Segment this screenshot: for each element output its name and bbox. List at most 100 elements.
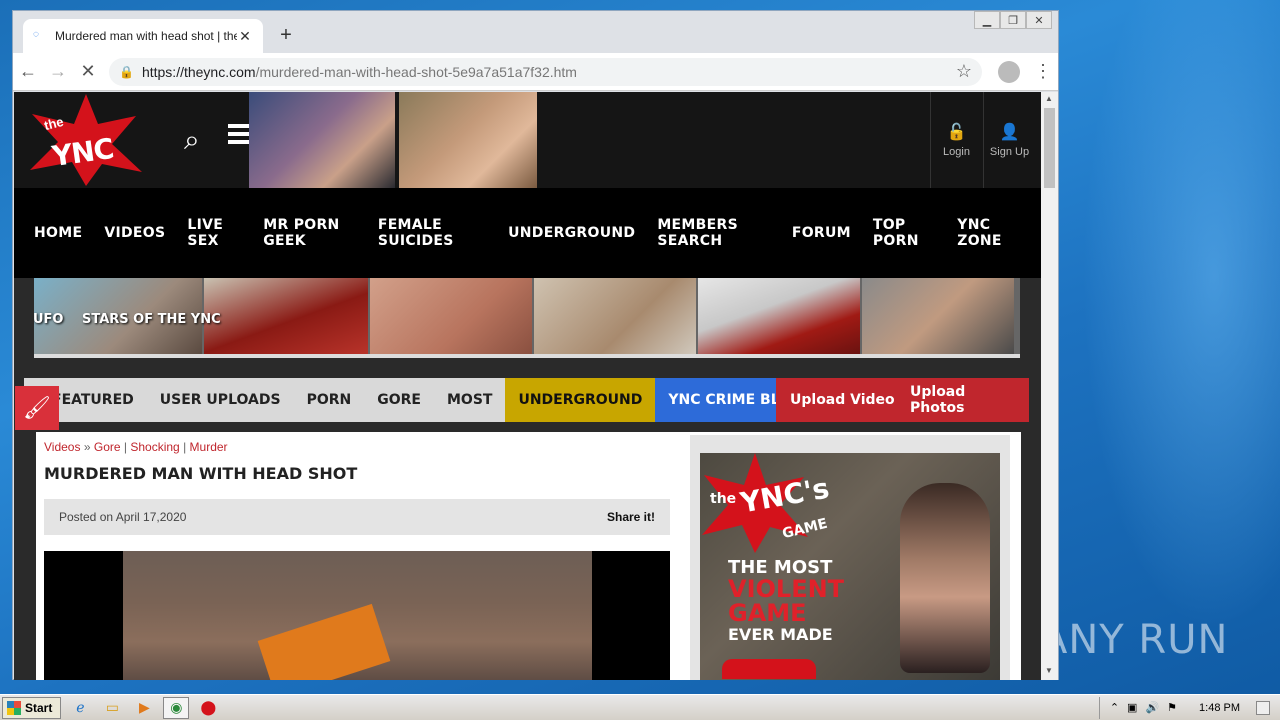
bookmark-star-icon[interactable]: ☆ [956,61,972,82]
chrome-icon[interactable]: ◉ [163,696,190,719]
watermark-text: ANY RUN [1040,617,1229,663]
paintbrush-icon[interactable]: 🖌 [15,386,59,430]
window-controls: ▁ ❐ ✕ [974,11,1052,29]
subnav-underground[interactable]: UNDERGROUND [505,378,656,422]
login-label: Login [943,146,970,158]
strip-thumbnail[interactable] [204,278,368,354]
stop-button[interactable]: ✕ [73,57,103,87]
share-button[interactable]: Share it! [607,510,655,524]
browser-tab[interactable]: ◌ Murdered man with head shot | theY ✕ [23,19,263,53]
ad-figure [900,483,990,673]
windows-flag-icon [7,700,21,715]
breadcrumb-videos[interactable]: Videos [44,440,80,454]
header-ad-thumbnail[interactable] [249,92,395,188]
tab-strip: ◌ Murdered man with head shot | theY ✕ + [13,11,1058,53]
system-tray: ⌃ ▣ 🔊 ⚑ 1:48 PM [1098,696,1280,719]
nav-top-porn[interactable]: TOP PORN [873,217,935,249]
new-tab-button[interactable]: + [275,25,297,47]
signup-label: Sign Up [989,146,1030,158]
network-icon[interactable]: ▣ [1127,701,1137,714]
tray-expand-icon[interactable]: ⌃ [1110,701,1119,714]
menu-kebab-icon[interactable]: ⋮ [1028,57,1058,87]
upload-video-button[interactable]: Upload Video [776,378,909,422]
strip-thumbnail[interactable] [370,278,532,354]
start-label: Start [25,700,53,715]
posted-date: Posted on April 17,2020 [59,510,187,524]
subnav-most[interactable]: MOST [434,378,505,422]
hamburger-menu-icon[interactable] [228,124,250,148]
close-window-button[interactable]: ✕ [1026,11,1052,29]
nav-videos[interactable]: VIDEOS [104,225,165,241]
nav-home[interactable]: HOME [34,225,82,241]
main-content: Videos » Gore | Shocking | Murder MURDER… [36,432,1021,680]
strip-thumbnail[interactable] [534,278,696,354]
media-player-icon[interactable]: ▶ [131,697,157,719]
start-button[interactable]: Start [2,696,62,719]
subnav-gore[interactable]: GORE [364,378,434,422]
breadcrumb-separator: » [83,440,91,454]
breadcrumb-gore[interactable]: Gore [94,440,121,454]
browser-window: ◌ Murdered man with head shot | theY ✕ +… [12,10,1059,680]
search-icon[interactable]: ⌕ [184,124,200,157]
lock-icon: 🔒 [119,64,134,79]
nav-underground[interactable]: UNDERGROUND [508,225,635,241]
clock[interactable]: 1:48 PM [1199,702,1240,714]
scroll-up-icon[interactable]: ▲ [1045,94,1053,103]
strip-thumbnail[interactable] [698,278,860,354]
ad-text-the: the [710,491,737,507]
user-icon: 👤 [999,124,1020,141]
url-path: /murdered-man-with-head-shot-5e9a7a51a7f… [255,63,577,80]
restore-button[interactable]: ❐ [1000,11,1026,29]
anyrun-watermark: ANY RUN [1040,608,1240,672]
close-tab-icon[interactable]: ✕ [237,28,253,45]
profile-avatar-icon[interactable] [998,60,1020,83]
main-nav: HOME VIDEOS LIVE SEX MR PORN GEEK FEMALE… [14,188,1041,278]
strip-thumbnail[interactable] [862,278,1014,354]
sidebar-ad-container: the YNC's GAME THE MOST VIOLENT GAME EVE… [690,435,1010,680]
minimize-button[interactable]: ▁ [974,11,1000,29]
forward-button[interactable]: → [43,57,73,87]
address-bar[interactable]: 🔒 https://theync.com/murdered-man-with-h… [109,57,982,86]
loading-icon: ◌ [33,29,39,40]
show-desktop-button[interactable] [1256,700,1270,715]
nav-forum[interactable]: FORUM [792,225,851,241]
explorer-folder-icon[interactable]: ▭ [99,697,125,719]
vertical-scrollbar[interactable]: ▲ ▼ [1041,92,1058,680]
signup-button[interactable]: 👤 Sign Up [983,92,1035,188]
subnav-porn[interactable]: PORN [294,378,365,422]
featured-strip: UFO STARS OF THE YNC [33,278,1020,358]
strip-label-stars[interactable]: STARS OF THE YNC [82,312,221,327]
back-button[interactable]: ← [13,57,43,87]
page-viewport: the YNC ⌕ 🔓 Login 👤 Sign Up HOME VIDEOS … [14,92,1041,680]
breadcrumb-shocking[interactable]: Shocking [130,440,179,454]
nav-members-search[interactable]: MEMBERS SEARCH [657,217,770,249]
category-subnav: FEATURED USER UPLOADS PORN GORE MOST UND… [24,378,1029,422]
strip-label-ufo[interactable]: UFO [33,312,64,327]
ad-text-game: GAME [728,599,807,627]
ie-icon[interactable]: ℯ [67,697,93,719]
header-ad-thumbnail[interactable] [399,92,537,188]
browser-toolbar: ← → ✕ 🔒 https://theync.com/murdered-man-… [13,53,1058,91]
breadcrumb: Videos » Gore | Shocking | Murder [44,440,228,454]
post-meta-bar: Posted on April 17,2020 Share it! [44,499,670,535]
ad-cta-button[interactable] [722,659,816,679]
scroll-down-icon[interactable]: ▼ [1045,666,1053,675]
lock-icon: 🔓 [946,124,967,141]
breadcrumb-murder[interactable]: Murder [190,440,228,454]
subnav-user-uploads[interactable]: USER UPLOADS [147,378,294,422]
action-center-flag-icon[interactable]: ⚑ [1167,701,1177,714]
scrollbar-thumb[interactable] [1044,108,1055,188]
sidebar-ad-banner[interactable]: the YNC's GAME THE MOST VIOLENT GAME EVE… [700,453,1000,680]
upload-photos-button[interactable]: Upload Photos [896,378,1029,422]
login-button[interactable]: 🔓 Login [930,92,982,188]
volume-icon[interactable]: 🔊 [1145,701,1159,714]
taskbar: Start ℯ ▭ ▶ ◉ ⬤ ⌃ ▣ 🔊 ⚑ 1:48 PM [0,694,1280,720]
nav-live-sex[interactable]: LIVE SEX [187,217,241,249]
nav-mr-porn-geek[interactable]: MR PORN GEEK [263,217,356,249]
video-player[interactable] [44,551,670,680]
desktop-glow [1060,0,1280,690]
site-header: the YNC ⌕ 🔓 Login 👤 Sign Up [14,92,1041,188]
nav-female-suicides[interactable]: FEMALE SUICIDES [378,217,486,249]
nav-ync-zone[interactable]: YNC ZONE [957,217,1019,249]
stop-sign-icon[interactable]: ⬤ [195,697,221,719]
